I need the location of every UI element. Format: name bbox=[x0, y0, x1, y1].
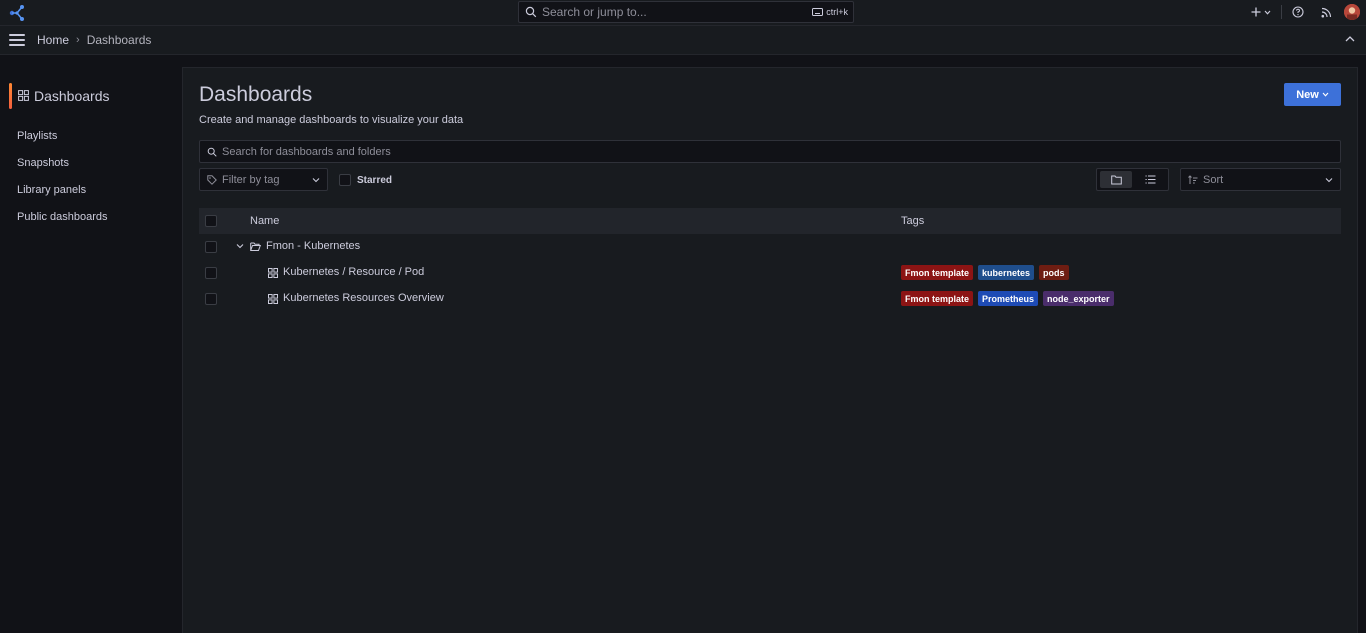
chevron-down-icon bbox=[1264, 10, 1271, 15]
tag-filter-placeholder: Filter by tag bbox=[222, 173, 280, 186]
table-row[interactable]: Kubernetes / Resource / Pod Fmon templat… bbox=[199, 260, 1341, 286]
starred-checkbox[interactable] bbox=[339, 174, 351, 186]
help-icon bbox=[1292, 6, 1304, 18]
search-icon bbox=[207, 147, 217, 157]
apps-grid-icon bbox=[268, 294, 278, 304]
dashboard-search-input[interactable]: Search for dashboards and folders bbox=[199, 140, 1341, 163]
starred-label: Starred bbox=[357, 174, 393, 186]
dashboard-name[interactable]: Kubernetes Resources Overview bbox=[283, 292, 444, 304]
chevron-down-icon[interactable] bbox=[236, 242, 244, 250]
row-checkbox[interactable] bbox=[205, 267, 217, 279]
tag-badge[interactable]: kubernetes bbox=[978, 265, 1035, 280]
list-icon bbox=[1145, 175, 1155, 184]
new-button[interactable]: New bbox=[1284, 83, 1341, 106]
sort-select[interactable]: Sort bbox=[1180, 168, 1341, 191]
sidebar-item-dashboards[interactable]: Dashboards bbox=[0, 82, 181, 110]
sidebar-item-public-dashboards[interactable]: Public dashboards bbox=[17, 211, 108, 223]
page-subtitle: Create and manage dashboards to visualiz… bbox=[199, 114, 464, 126]
global-search-placeholder: Search or jump to... bbox=[542, 5, 647, 19]
dashboard-name[interactable]: Kubernetes / Resource / Pod bbox=[283, 266, 424, 278]
sidebar-title: Dashboards bbox=[34, 88, 110, 104]
top-right-actions bbox=[1249, 0, 1366, 24]
breadcrumb-bar: Home › Dashboards bbox=[0, 26, 1366, 55]
chevron-down-icon bbox=[1325, 177, 1333, 182]
apps-grid-icon bbox=[18, 90, 29, 101]
divider bbox=[1281, 5, 1282, 19]
chevron-down-icon bbox=[312, 177, 320, 182]
column-header-tags: Tags bbox=[901, 215, 925, 227]
sidebar: Dashboards Playlists Snapshots Library p… bbox=[0, 55, 181, 633]
apps-grid-icon bbox=[268, 268, 278, 278]
list-view-button[interactable] bbox=[1134, 171, 1166, 188]
sidebar-item-playlists[interactable]: Playlists bbox=[17, 130, 57, 142]
column-header-name: Name bbox=[250, 215, 280, 227]
tag-badge[interactable]: Fmon template bbox=[901, 265, 974, 280]
page-title: Dashboards bbox=[199, 83, 313, 106]
starred-filter[interactable]: Starred bbox=[339, 174, 392, 186]
sort-icon bbox=[1188, 174, 1198, 184]
breadcrumb-current: Dashboards bbox=[86, 33, 152, 47]
folder-name[interactable]: Fmon - Kubernetes bbox=[266, 240, 360, 252]
sort-placeholder: Sort bbox=[1203, 173, 1224, 186]
add-new-button[interactable] bbox=[1249, 0, 1273, 24]
tag-badge[interactable]: Prometheus bbox=[978, 291, 1039, 306]
sidebar-item-library-panels[interactable]: Library panels bbox=[17, 184, 86, 196]
new-button-label: New bbox=[1296, 88, 1319, 101]
table-row[interactable]: Kubernetes Resources Overview Fmon templ… bbox=[199, 286, 1341, 312]
help-button[interactable] bbox=[1290, 0, 1306, 24]
top-bar: Search or jump to... ctrl+k bbox=[0, 0, 1366, 26]
plus-icon bbox=[1251, 7, 1261, 17]
grafana-logo-icon[interactable] bbox=[7, 3, 27, 23]
row-checkbox[interactable] bbox=[205, 241, 217, 253]
tag-badge[interactable]: pods bbox=[1039, 265, 1069, 280]
shortcut-text: ctrl+k bbox=[826, 7, 848, 17]
row-checkbox[interactable] bbox=[205, 293, 217, 305]
tag-list: Fmon template kubernetes pods bbox=[901, 265, 1069, 280]
tag-badge[interactable]: Fmon template bbox=[901, 291, 974, 306]
tag-filter-select[interactable]: Filter by tag bbox=[199, 168, 328, 191]
folder-row[interactable]: Fmon - Kubernetes bbox=[199, 234, 1341, 260]
breadcrumb-separator: › bbox=[76, 34, 80, 46]
shortcut-hint: ctrl+k bbox=[812, 7, 848, 17]
active-indicator bbox=[9, 83, 12, 109]
view-toggle bbox=[1096, 168, 1169, 191]
keyboard-icon bbox=[812, 8, 824, 16]
table-header: Name Tags bbox=[199, 208, 1341, 234]
global-search-input[interactable]: Search or jump to... ctrl+k bbox=[518, 1, 854, 23]
tag-icon bbox=[207, 174, 217, 185]
dashboard-search-placeholder: Search for dashboards and folders bbox=[222, 145, 391, 158]
tag-list: Fmon template Prometheus node_exporter bbox=[901, 291, 1114, 306]
news-button[interactable] bbox=[1318, 0, 1334, 24]
select-all-checkbox[interactable] bbox=[205, 215, 217, 227]
menu-toggle-button[interactable] bbox=[9, 34, 25, 46]
folder-open-icon bbox=[250, 242, 261, 251]
breadcrumb-home[interactable]: Home bbox=[37, 33, 69, 47]
chevron-down-icon bbox=[1322, 92, 1329, 97]
tag-badge[interactable]: node_exporter bbox=[1043, 291, 1114, 306]
folder-view-button[interactable] bbox=[1100, 171, 1132, 188]
folder-icon bbox=[1110, 175, 1122, 184]
user-avatar[interactable] bbox=[1344, 4, 1360, 20]
chevron-up-icon[interactable] bbox=[1344, 33, 1356, 45]
rss-icon bbox=[1321, 7, 1331, 17]
search-icon bbox=[525, 6, 537, 18]
sidebar-item-snapshots[interactable]: Snapshots bbox=[17, 157, 69, 169]
